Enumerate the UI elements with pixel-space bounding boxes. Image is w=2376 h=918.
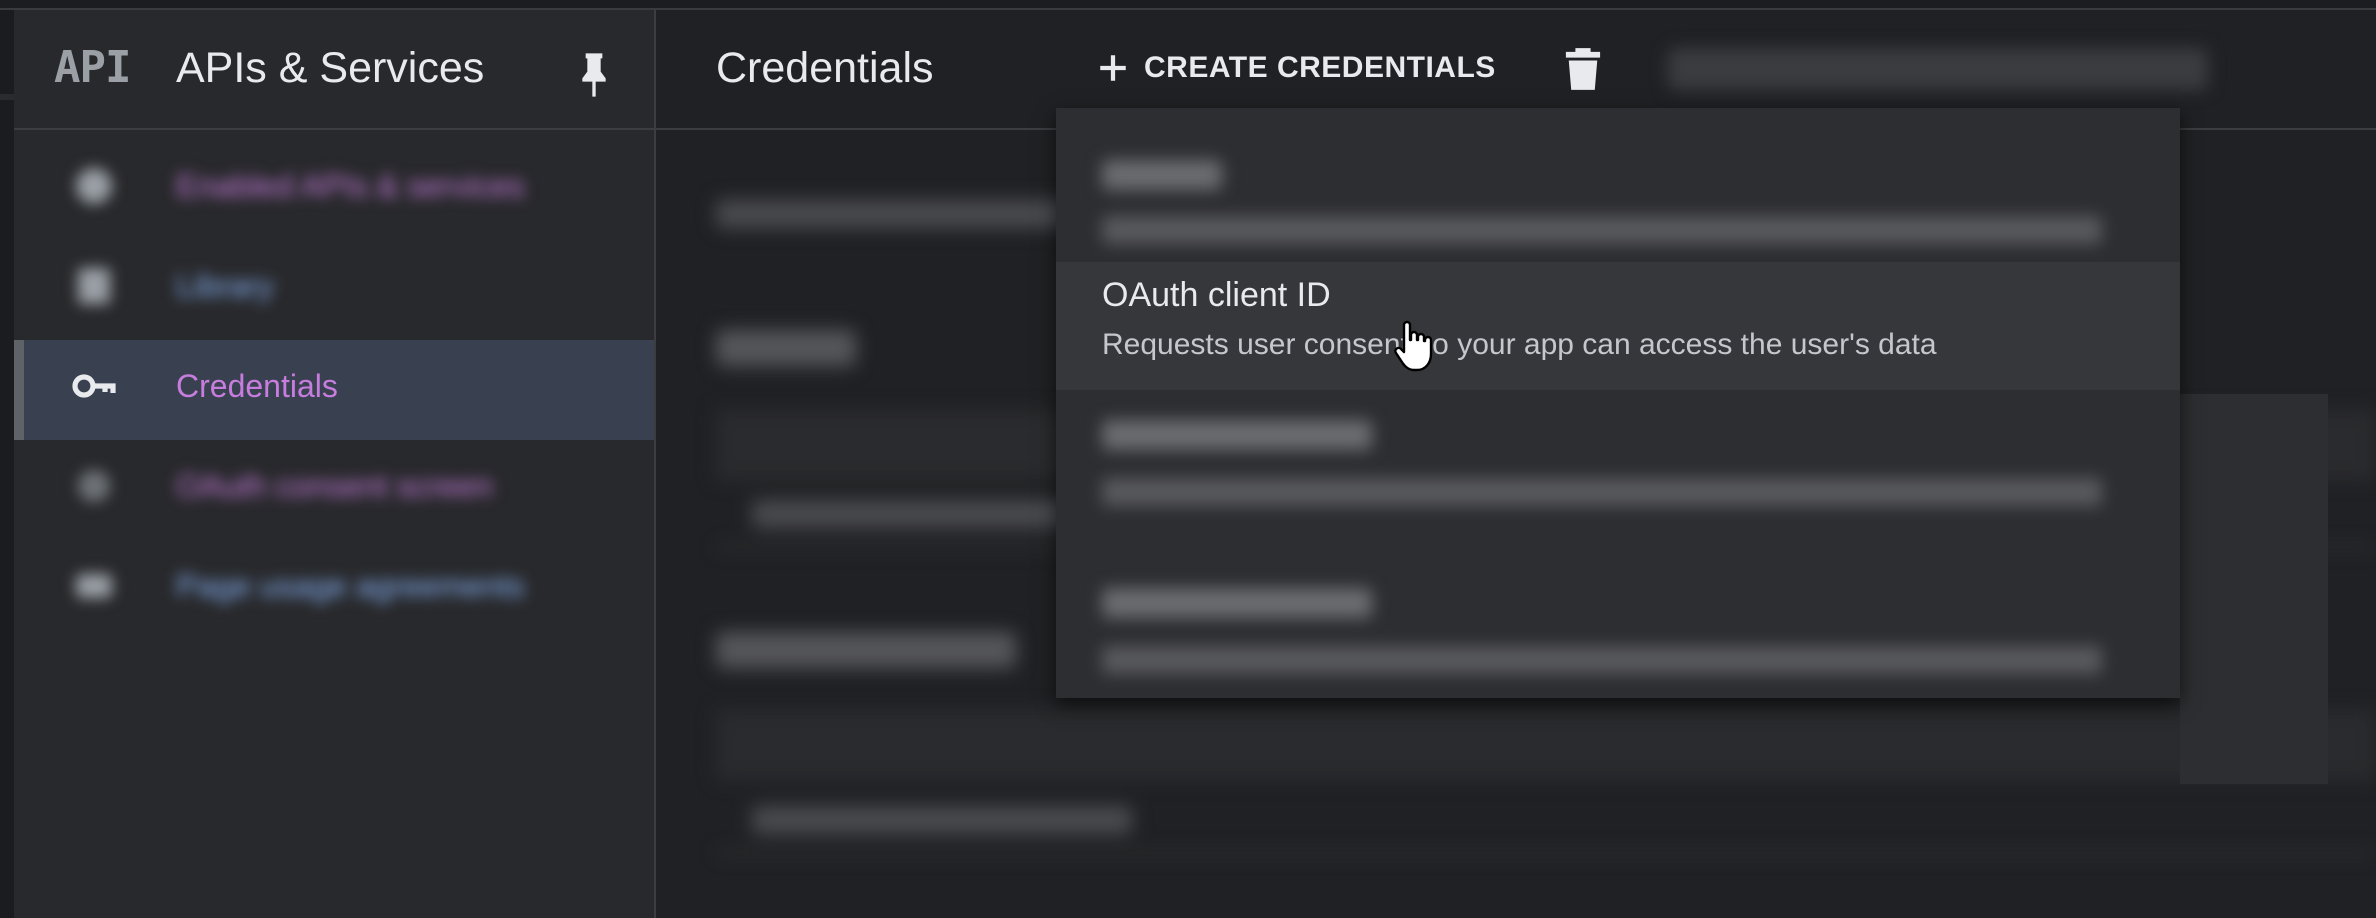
- sidebar-item-label: OAuth consent screen: [176, 468, 493, 504]
- menu-item-oauth-client-id[interactable]: OAuth client ID Requests user consent so…: [1056, 262, 2180, 390]
- sidebar-nav: Enabled APIs & services Library Credenti…: [14, 140, 654, 640]
- sidebar-item-label: Enabled APIs & services: [176, 168, 525, 204]
- sidebar-item-consent[interactable]: OAuth consent screen: [14, 440, 654, 540]
- service-account-desc-blur: [1102, 478, 2102, 506]
- consent-icon: [78, 470, 110, 502]
- help-desc-blur: [1102, 646, 2102, 674]
- blurred-section-heading: [716, 632, 1016, 668]
- agreements-icon: [76, 574, 112, 598]
- sidebar-item-label: Page usage agreements: [176, 568, 525, 604]
- sidebar-item-label: Library: [176, 268, 274, 304]
- hand-cursor-icon: [1394, 320, 1433, 372]
- key-icon: [72, 374, 116, 398]
- create-credentials-button[interactable]: CREATE CREDENTIALS: [1096, 40, 1496, 96]
- window-top-bar: [0, 0, 2376, 10]
- library-icon: [78, 268, 110, 304]
- blurred-section-heading: [716, 330, 856, 366]
- blurred-divider: [716, 852, 2376, 854]
- api-key-title-blur: [1102, 160, 1222, 190]
- menu-backdrop: [2180, 394, 2328, 784]
- sidebar-item-enabled-apis[interactable]: Enabled APIs & services: [14, 140, 654, 240]
- menu-item-service-account[interactable]: [1056, 398, 2180, 568]
- service-account-title-blur: [1102, 420, 1372, 450]
- blurred-table-row: [752, 806, 1132, 834]
- sidebar-header: API APIs & Services: [14, 10, 654, 130]
- menu-item-help-me-choose[interactable]: [1056, 568, 2180, 698]
- page-title: Credentials: [716, 44, 934, 92]
- trash-icon[interactable]: [1564, 46, 1602, 92]
- left-gutter: [0, 10, 14, 918]
- sidebar-item-credentials[interactable]: Credentials: [14, 340, 654, 440]
- menu-item-api-key[interactable]: [1056, 108, 2180, 258]
- create-credentials-menu: OAuth client ID Requests user consent so…: [1056, 108, 2328, 784]
- plus-icon: [1100, 55, 1126, 81]
- sidebar-item-label: Credentials: [176, 368, 338, 404]
- menu-item-description: Requests user consent so your app can ac…: [1102, 328, 1937, 361]
- api-key-desc-blur: [1102, 216, 2102, 244]
- blurred-header-action[interactable]: [1668, 48, 2208, 90]
- sidebar-item-library[interactable]: Library: [14, 240, 654, 340]
- api-logo: API: [54, 42, 131, 93]
- grid-icon: [76, 168, 112, 204]
- menu-item-title: OAuth client ID: [1102, 276, 1331, 314]
- create-credentials-label: CREATE CREDENTIALS: [1144, 51, 1496, 84]
- sidebar: API APIs & Services Enabled APIs & servi…: [14, 10, 656, 918]
- help-title-blur: [1102, 588, 1372, 618]
- sidebar-item-agreements[interactable]: Page usage agreements: [14, 540, 654, 640]
- sidebar-title: APIs & Services: [176, 44, 485, 92]
- blurred-table-header: [716, 710, 2376, 780]
- pin-icon[interactable]: [574, 50, 614, 100]
- gutter-mark: [0, 94, 14, 100]
